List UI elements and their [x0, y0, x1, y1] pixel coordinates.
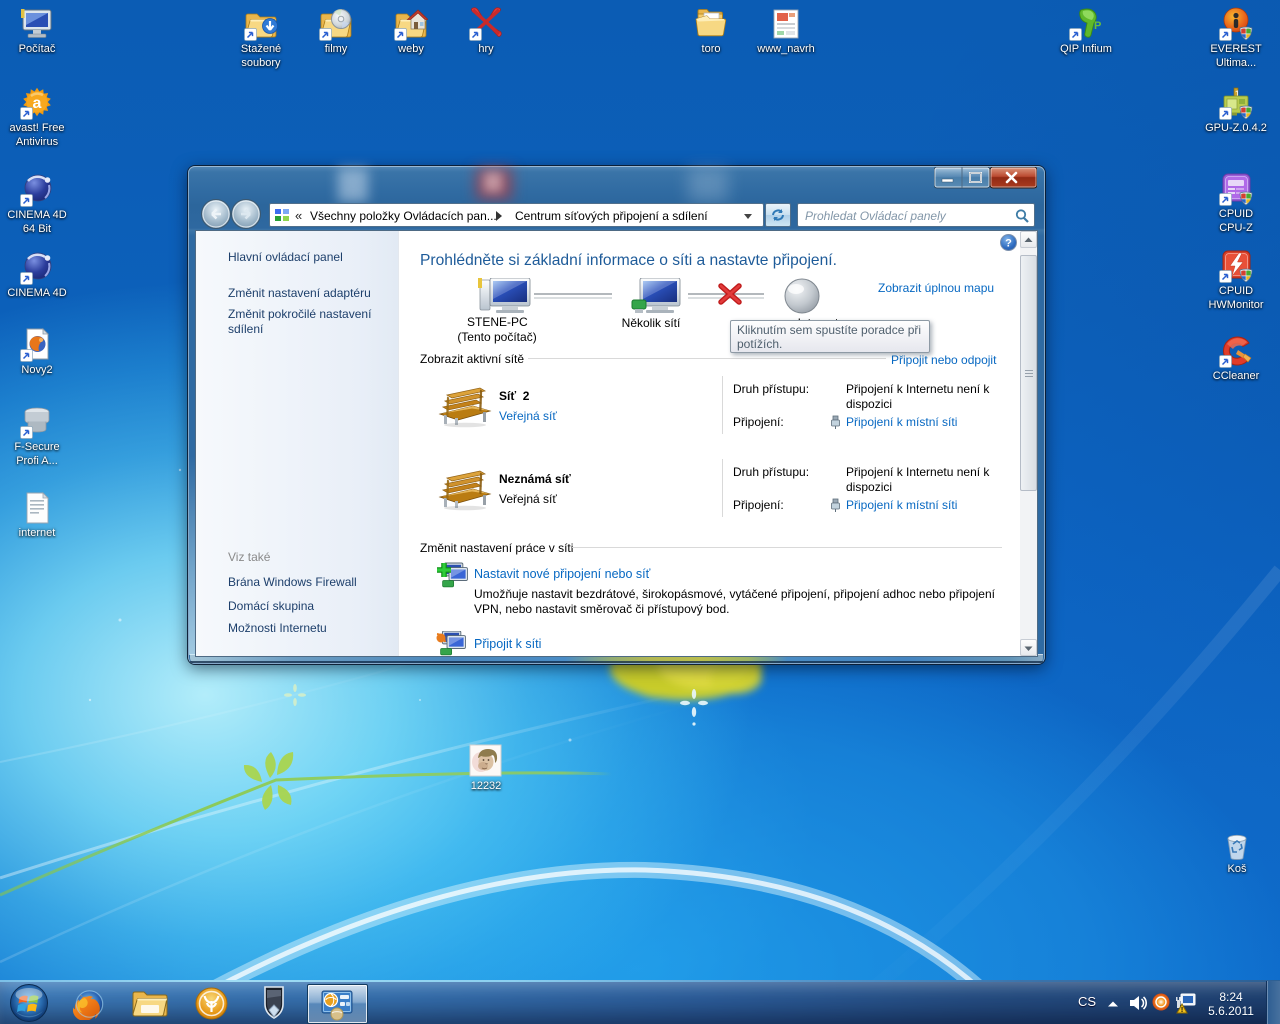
svg-text:a: a [33, 95, 42, 112]
svg-text:P: P [1094, 20, 1101, 32]
svg-text:!: ! [1181, 1007, 1183, 1014]
svg-text:?: ? [1005, 238, 1012, 250]
